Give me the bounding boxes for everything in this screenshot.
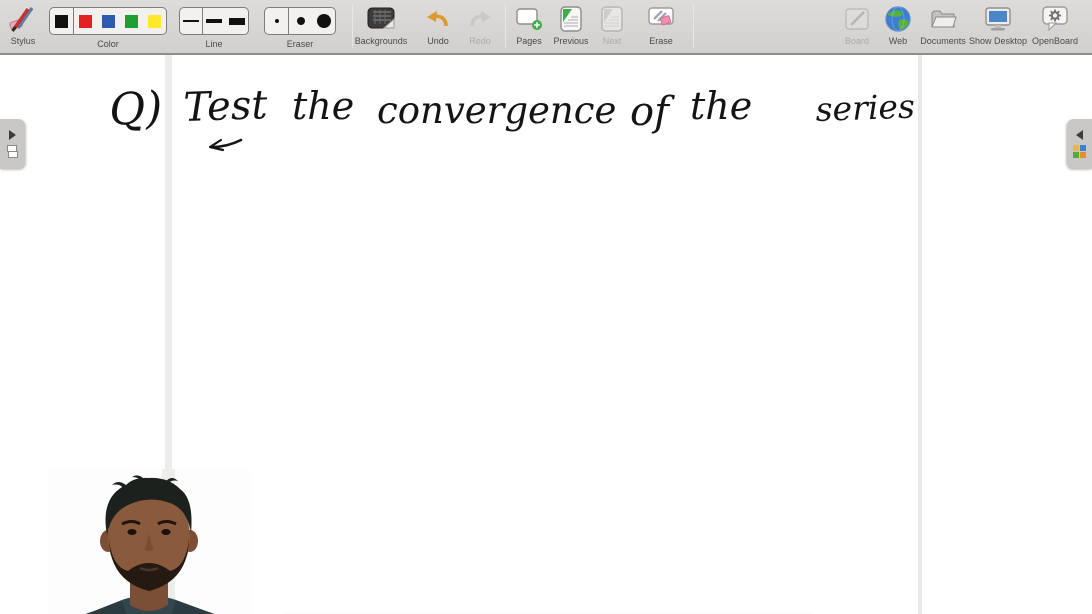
- eraser-group: [264, 7, 336, 35]
- documents-folder-icon: [920, 2, 966, 35]
- erase-page-icon: [641, 2, 681, 35]
- hw-word-q: Q): [108, 82, 164, 136]
- line-medium[interactable]: [203, 8, 225, 34]
- show-desktop-monitor-icon: [968, 2, 1028, 35]
- next-page-label: Next: [593, 36, 631, 46]
- presenter-webcam-overlay: [48, 469, 252, 614]
- next-page-button[interactable]: Next: [593, 2, 631, 46]
- line-thin[interactable]: [180, 8, 203, 34]
- presenter-video: [48, 469, 252, 614]
- web-label: Web: [878, 36, 918, 46]
- eraser-large[interactable]: [312, 8, 335, 34]
- stylus-icon: [0, 2, 46, 35]
- undo-label: Undo: [418, 36, 458, 46]
- color-swatch: [55, 15, 68, 28]
- undo-icon: [418, 2, 458, 35]
- expand-right-icon: [9, 130, 16, 140]
- line-thick-sample: [229, 18, 245, 25]
- right-drawer-tab[interactable]: [1067, 119, 1092, 169]
- color-label: Color: [49, 39, 167, 49]
- hw-word-the2: the: [690, 84, 752, 128]
- previous-page-button[interactable]: Previous: [549, 2, 593, 46]
- openboard-label: OpenBoard: [1026, 36, 1084, 46]
- hw-word-the1: the: [292, 84, 354, 128]
- color-group: [49, 7, 167, 35]
- whiteboard-canvas[interactable]: Q) Test the convergence of the series: [0, 55, 1092, 614]
- pages-icon: [509, 2, 549, 35]
- toolbar-separator: [505, 4, 506, 48]
- eraser-small[interactable]: [265, 8, 289, 34]
- library-panel-icon: [1073, 145, 1087, 159]
- color-yellow[interactable]: [143, 8, 166, 34]
- eraser-label: Eraser: [264, 39, 336, 49]
- line-medium-sample: [206, 19, 222, 23]
- backgrounds-button[interactable]: Backgrounds: [353, 2, 409, 46]
- web-globe-icon: [878, 2, 918, 35]
- documents-label: Documents: [920, 36, 966, 46]
- previous-page-label: Previous: [549, 36, 593, 46]
- openboard-app: Stylus Color Line: [0, 0, 1092, 614]
- erase-page-button[interactable]: Erase: [641, 2, 681, 46]
- line-label: Line: [179, 39, 249, 49]
- color-red[interactable]: [74, 8, 97, 34]
- backgrounds-label: Backgrounds: [353, 36, 409, 46]
- redo-icon: [460, 2, 500, 35]
- redo-button[interactable]: Redo: [460, 2, 500, 46]
- color-green[interactable]: [120, 8, 143, 34]
- color-swatch: [79, 15, 92, 28]
- web-button[interactable]: Web: [878, 2, 918, 46]
- pages-label: Pages: [509, 36, 549, 46]
- previous-page-icon: [549, 2, 593, 35]
- color-swatch: [125, 15, 138, 28]
- backgrounds-icon: [353, 2, 409, 35]
- line-thin-sample: [183, 20, 199, 22]
- show-desktop-label: Show Desktop: [968, 36, 1028, 46]
- openboard-gear-icon: [1026, 2, 1084, 35]
- color-blue[interactable]: [97, 8, 120, 34]
- show-desktop-button[interactable]: Show Desktop: [968, 2, 1028, 46]
- hw-word-of: of: [630, 89, 675, 135]
- hw-underline-arrow: [210, 140, 241, 150]
- board-icon: [837, 2, 877, 35]
- left-drawer-tab[interactable]: [0, 119, 25, 169]
- expand-left-icon: [1076, 130, 1083, 140]
- board-label: Board: [837, 36, 877, 46]
- pages-button[interactable]: Pages: [509, 2, 549, 46]
- top-toolbar: Stylus Color Line: [0, 0, 1092, 55]
- color-black[interactable]: [50, 8, 74, 34]
- next-page-icon: [593, 2, 631, 35]
- color-swatch: [102, 15, 115, 28]
- hw-word-test: Test: [183, 82, 269, 131]
- pages-panel-icon: [7, 145, 19, 159]
- eraser-large-dot: [317, 14, 331, 28]
- erase-page-label: Erase: [641, 36, 681, 46]
- hw-word-convergence: convergence: [377, 89, 616, 132]
- eraser-medium[interactable]: [289, 8, 312, 34]
- undo-button[interactable]: Undo: [418, 2, 458, 46]
- openboard-menu-button[interactable]: OpenBoard: [1026, 2, 1084, 46]
- eraser-medium-dot: [297, 17, 305, 25]
- hw-word-series: series: [815, 87, 916, 129]
- line-thick[interactable]: [226, 8, 248, 34]
- toolbar-separator: [693, 4, 694, 48]
- stylus-label: Stylus: [0, 36, 46, 46]
- board-button[interactable]: Board: [837, 2, 877, 46]
- documents-button[interactable]: Documents: [920, 2, 966, 46]
- stylus-button[interactable]: Stylus: [0, 2, 46, 46]
- redo-label: Redo: [460, 36, 500, 46]
- color-swatch: [148, 15, 161, 28]
- eraser-small-dot: [275, 19, 279, 23]
- line-group: [179, 7, 249, 35]
